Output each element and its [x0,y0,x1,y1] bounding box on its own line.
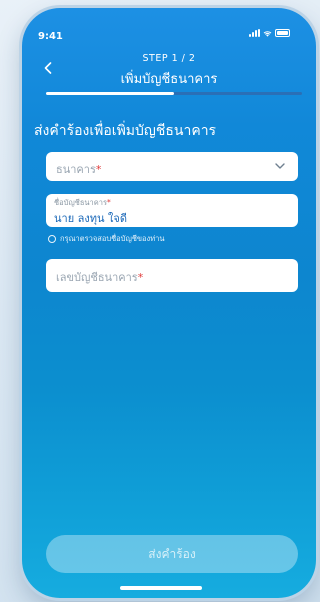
chevron-down-icon [275,163,285,169]
wifi-icon [263,30,272,37]
step-indicator: STEP 1 / 2 [142,53,196,64]
required-mark: * [95,163,102,176]
account-number-placeholder: เลขบัญชีธนาคาร* [56,268,143,286]
battery-icon [275,29,290,37]
bank-placeholder: ธนาคาร* [56,160,101,178]
account-name-field[interactable]: ชื่อบัญชีธนาคาร* นาย ลงทุน ใจดี [46,194,298,227]
account-name-hint: กรุณาตรวจสอบชื่อบัญชีของท่าน [48,233,165,245]
phone-screen: 9:41 STEP 1 / 2 เพิ่มบัญชีธนาคาร ส่งคำร้… [22,8,316,598]
hint-text: กรุณาตรวจสอบชื่อบัญชีของท่าน [60,234,165,243]
account-name-label: ชื่อบัญชีธนาคาร* [54,197,111,209]
info-circle-icon [48,235,56,243]
home-indicator [120,586,202,590]
account-number-placeholder-text: เลขบัญชีธนาคาร [56,271,138,284]
account-name-label-text: ชื่อบัญชีธนาคาร [54,198,108,207]
required-mark: * [107,198,111,207]
submit-button[interactable]: ส่งคำร้อง [46,535,298,573]
header: STEP 1 / 2 เพิ่มบัญชีธนาคาร [22,48,316,88]
account-number-field[interactable]: เลขบัญชีธนาคาร* [46,259,298,292]
status-icons [249,29,290,37]
progress-bar [46,92,302,95]
bank-select[interactable]: ธนาคาร* [46,152,298,181]
status-time: 9:41 [38,31,63,42]
required-mark: * [137,271,144,284]
page-title: เพิ่มบัญชีธนาคาร [120,72,218,87]
form-heading: ส่งคำร้องเพื่อเพิ่มบัญชีธนาคาร [34,123,217,139]
signal-icon [249,29,260,37]
progress-fill [46,92,174,95]
account-name-value: นาย ลงทุน ใจดี [54,212,127,225]
bank-placeholder-text: ธนาคาร [56,163,96,176]
status-bar: 9:41 [22,8,316,44]
